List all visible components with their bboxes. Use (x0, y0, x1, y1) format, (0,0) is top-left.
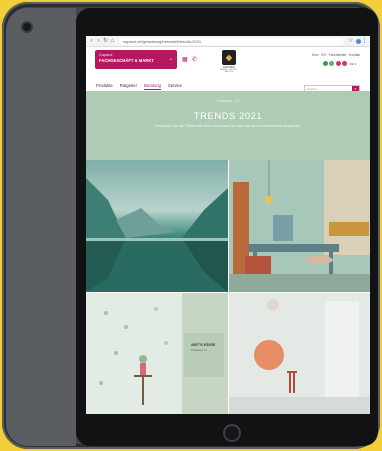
peach-circle-room-image[interactable] (229, 293, 370, 414)
main-nav: Produkte Ratgeber Beratung Service (96, 83, 189, 90)
reload-icon[interactable]: ↻ (102, 36, 109, 47)
back-icon[interactable]: ‹ (88, 36, 95, 47)
social-icon[interactable] (342, 61, 348, 66)
menu-icon[interactable]: ⋮ (361, 36, 368, 47)
collection-title: ART'S EDGE (191, 342, 216, 347)
site-header: Caparol FACHGESCHÄFT & MARKT ⌄ ▦ ✆ ◆ CAP… (86, 47, 370, 93)
nav-item-service[interactable]: Service (168, 83, 182, 90)
social-icon[interactable] (322, 61, 328, 66)
browser-toolbar: ‹ › ↻ ⌂ caparol.de/gestaltung/trendwelt/… (86, 36, 370, 47)
peach-room-illustration (229, 293, 370, 414)
tablet-edge (6, 8, 76, 446)
top-links[interactable]: Kurz · EN · Fachhändler · Kontakt (312, 53, 360, 57)
nav-item-ratgeber[interactable]: Ratgeber (120, 83, 137, 90)
store-icon[interactable]: ▦ (182, 56, 188, 63)
nav-item-produkte[interactable]: Produkte (96, 83, 113, 90)
page-title: TRENDS 2021 (193, 111, 263, 122)
store-label: Caparol (99, 53, 113, 57)
caparol-logo[interactable]: ◆ CAPAROL FARBE · LACKE · BAUTEN (217, 50, 241, 82)
social-icon[interactable] (335, 61, 341, 66)
phone-icon[interactable]: ✆ (192, 56, 197, 63)
tablet-screen: ‹ › ↻ ⌂ caparol.de/gestaltung/trendwelt/… (86, 36, 370, 414)
forward-icon[interactable]: › (95, 36, 102, 47)
nav-item-beratung[interactable]: Beratung (144, 83, 161, 90)
store-selector[interactable]: Caparol FACHGESCHÄFT & MARKT ⌄ (95, 50, 177, 69)
collection-card[interactable]: ART'S EDGE Kollektion 21 (184, 333, 224, 377)
home-icon[interactable]: ⌂ (109, 36, 116, 47)
hero-banner: Gestaltung > 21 TRENDS 2021 Entdecken Si… (86, 91, 370, 160)
interior-desk-illustration (229, 160, 370, 292)
social-icon[interactable] (329, 61, 335, 66)
breadcrumb[interactable]: Gestaltung > 21 (86, 99, 370, 103)
front-camera (23, 23, 31, 31)
mountain-lake-image[interactable] (86, 160, 228, 292)
social-icons: DE ▾ (321, 61, 356, 66)
address-bar[interactable]: caparol.de/gestaltung/trendwelt/trends-2… (119, 37, 344, 45)
collection-subtitle: Kollektion 21 (191, 348, 208, 352)
home-button[interactable] (223, 424, 241, 442)
interior-desk-image[interactable] (229, 160, 370, 292)
store-name: FACHGESCHÄFT & MARKT (99, 58, 154, 63)
chevron-down-icon: ⌄ (168, 56, 173, 62)
star-icon[interactable]: ☆ (347, 36, 354, 47)
language-switch[interactable]: DE ▾ (349, 62, 356, 66)
mountain-lake-illustration (86, 178, 228, 292)
image-grid: ART'S EDGE Kollektion 21 (86, 160, 370, 414)
wallpaper-wall-image[interactable]: ART'S EDGE Kollektion 21 (86, 293, 228, 414)
logo-mark: ◆ (222, 50, 236, 65)
hero-description: Entdecken Sie die Farbtrends 2021 und la… (155, 124, 301, 128)
logo-sub: FARBE · LACKE · BAUTEN (220, 69, 238, 73)
